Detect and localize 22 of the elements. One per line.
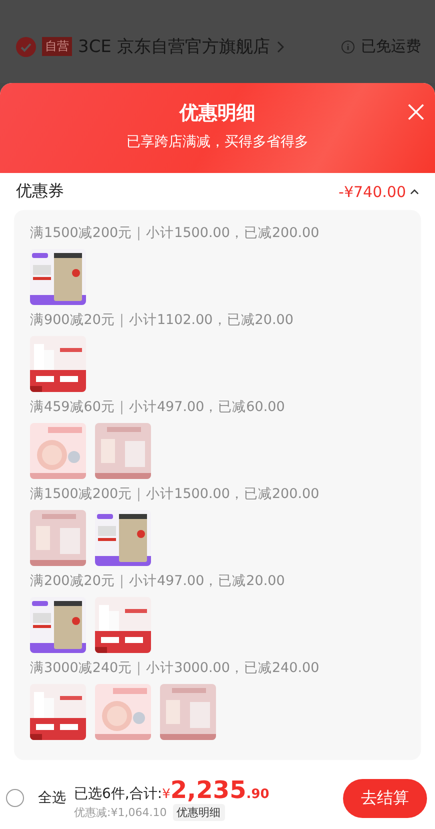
checkout-button[interactable]: 去结算 [343,778,427,818]
close-icon[interactable] [407,103,425,121]
popup-subtitle: 已享跨店满减，买得多省得多 [126,133,308,151]
discount-rule-text: 满3000减240元｜小计3000.00，已减240.00 [30,659,320,678]
chevron-right-icon [276,40,284,52]
details-button[interactable]: 优惠明细 [172,804,225,820]
discount-rule-text: 满459减60元｜小计497.00，已减60.00 [30,398,286,417]
select-all-label[interactable]: 全选 [38,789,66,807]
total-price-text: 已选6件,合计:¥2,235.90 [74,776,270,804]
discount-rule-text: 满1500减200元｜小计1500.00，已减200.00 [30,224,320,243]
self-operated-badge: 自营 [42,37,72,56]
section-label: 优惠券 [16,181,64,202]
caret-icon[interactable] [410,188,419,194]
coupon-amount[interactable]: -¥740.00 [338,182,406,200]
check-circle-icon[interactable] [16,36,36,56]
discount-rule-text: 满1500减200元｜小计1500.00，已减200.00 [30,485,320,504]
discount-rule-text: 满900减20元｜小计1102.00，已减20.00 [30,311,294,330]
select-all-radio[interactable] [6,789,24,807]
popup-title: 优惠明细 [180,101,256,126]
discount-text: 优惠减:¥1,064.10 [74,804,167,820]
discount-rule-text: 满200减20元｜小计497.00，已减20.00 [30,572,286,591]
info-icon[interactable] [341,40,355,54]
